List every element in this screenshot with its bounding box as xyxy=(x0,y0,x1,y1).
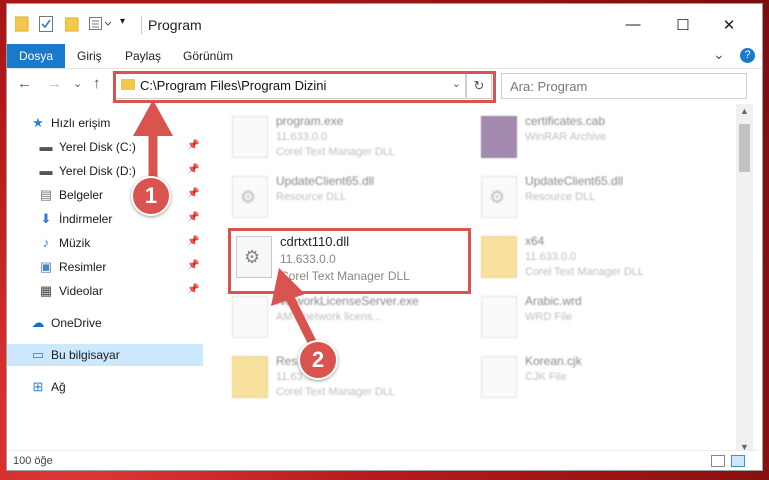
annotation-arrows xyxy=(133,100,324,361)
step-badge-1: 1 xyxy=(131,176,171,216)
step-badge-2: 2 xyxy=(298,340,338,380)
explorer-window: ▾ Program — ☐ ✕ Dosya Giriş Paylaş Görün… xyxy=(7,4,762,470)
